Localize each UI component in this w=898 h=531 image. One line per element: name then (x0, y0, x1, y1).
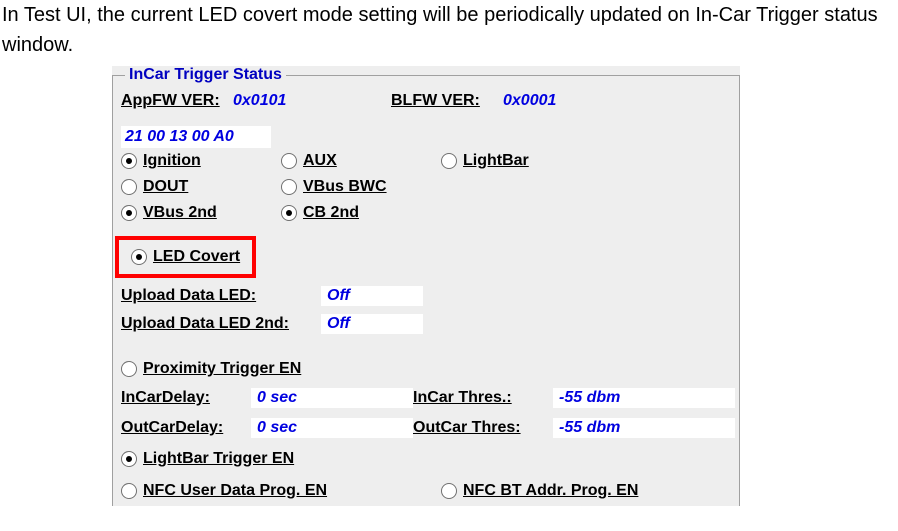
led-covert-highlight: LED Covert (115, 236, 256, 278)
lightbar-label: LightBar (463, 152, 529, 170)
radio-icon (281, 153, 297, 169)
aux-radio[interactable]: AUX (281, 152, 441, 170)
nfc-bt-radio[interactable]: NFC BT Addr. Prog. EN (441, 482, 735, 500)
vbusbwc-radio[interactable]: VBus BWC (281, 178, 441, 196)
nfc-user-radio[interactable]: NFC User Data Prog. EN (121, 482, 441, 500)
led-covert-radio[interactable]: LED Covert (131, 248, 240, 266)
radio-icon (441, 153, 457, 169)
radio-icon (121, 179, 137, 195)
upload-led-2nd-label: Upload Data LED 2nd: (121, 315, 321, 333)
vbusbwc-label: VBus BWC (303, 178, 387, 196)
raw-hex: 21 00 13 00 A0 (121, 126, 271, 148)
status-panel: InCar Trigger Status AppFW VER: 0x0101 B… (112, 66, 740, 506)
vbus2nd-radio[interactable]: VBus 2nd (121, 204, 281, 222)
radio-icon (281, 205, 297, 221)
aux-label: AUX (303, 152, 337, 170)
ignition-radio[interactable]: Ignition (121, 152, 281, 170)
outcardelay-label: OutCarDelay: (121, 419, 251, 437)
lightbar-trig-label: LightBar Trigger EN (143, 450, 294, 468)
blfw-label: BLFW VER: (391, 92, 503, 110)
upload-led-value: Off (321, 286, 423, 306)
proximity-label: Proximity Trigger EN (143, 360, 301, 378)
appfw-value: 0x0101 (233, 92, 391, 110)
dout-radio[interactable]: DOUT (121, 178, 281, 196)
upload-led-2nd-value: Off (321, 314, 423, 334)
radio-icon (281, 179, 297, 195)
lightbar-trig-radio[interactable]: LightBar Trigger EN (121, 450, 735, 468)
outcarthres-label: OutCar Thres: (413, 419, 553, 437)
incarthres-label: InCar Thres.: (413, 389, 553, 407)
incardelay-label: InCarDelay: (121, 389, 251, 407)
radio-icon (121, 153, 137, 169)
dout-label: DOUT (143, 178, 188, 196)
blfw-value: 0x0001 (503, 92, 556, 110)
cb2nd-label: CB 2nd (303, 204, 359, 222)
outcarthres-value: -55 dbm (553, 418, 735, 438)
radio-icon (121, 451, 137, 467)
proximity-radio[interactable]: Proximity Trigger EN (121, 360, 735, 378)
appfw-label: AppFW VER: (121, 92, 233, 110)
radio-icon (441, 483, 457, 499)
cb2nd-radio[interactable]: CB 2nd (281, 204, 441, 222)
vbus2nd-label: VBus 2nd (143, 204, 217, 222)
outcardelay-value: 0 sec (251, 418, 413, 438)
intro-text: In Test UI, the current LED covert mode … (0, 0, 898, 60)
radio-icon (131, 249, 147, 265)
nfc-user-label: NFC User Data Prog. EN (143, 482, 327, 500)
nfc-bt-label: NFC BT Addr. Prog. EN (463, 482, 638, 500)
radio-icon (121, 361, 137, 377)
incardelay-value: 0 sec (251, 388, 413, 408)
incarthres-value: -55 dbm (553, 388, 735, 408)
upload-led-label: Upload Data LED: (121, 287, 321, 305)
fieldset-legend: InCar Trigger Status (125, 66, 286, 84)
lightbar-radio[interactable]: LightBar (441, 152, 735, 170)
radio-icon (121, 483, 137, 499)
led-covert-label: LED Covert (153, 248, 240, 266)
radio-icon (121, 205, 137, 221)
ignition-label: Ignition (143, 152, 201, 170)
